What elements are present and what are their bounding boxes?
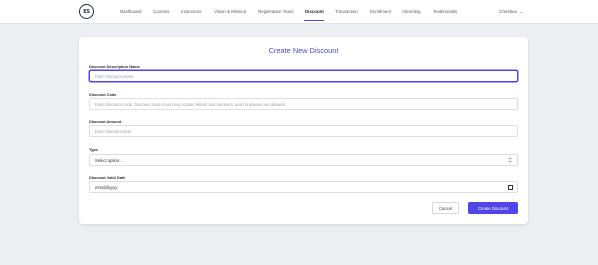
top-navigation-bar: ES Dashboard Courses Instructors Vision … [0, 0, 598, 24]
valid-date-input[interactable]: mm/dd/yyyy [89, 181, 518, 193]
type-selected-value: Select option... [95, 157, 123, 163]
discount-code-placeholder: Enter discount code. Discount code must … [95, 101, 287, 107]
nav-item-discount[interactable]: Discount [305, 9, 324, 14]
nav-item-courses[interactable]: Courses [153, 9, 169, 14]
nav-item-dashboard[interactable]: Dashboard [120, 9, 141, 14]
nav-item-testimonials[interactable]: Testimonials [433, 9, 457, 14]
discount-code-input[interactable]: Enter discount code. Discount code must … [89, 98, 518, 110]
discount-code-label: Discount Code [89, 92, 117, 97]
nav-item-enrollment[interactable]: Enrollment [370, 9, 391, 14]
type-label: Type [89, 147, 98, 152]
discount-name-placeholder: Enter discount name [95, 73, 134, 79]
discount-amount-label: Discount Amount [89, 119, 122, 124]
discount-name-input[interactable]: Enter discount name [89, 70, 518, 82]
user-name: Christian [499, 9, 518, 14]
chevron-down-icon: ⌄ [519, 9, 523, 14]
create-discount-button[interactable]: Create Discount [468, 202, 518, 214]
discount-amount-placeholder: Enter discount total [95, 128, 131, 134]
active-nav-indicator [304, 20, 324, 21]
valid-date-label: Discount Valid Date [89, 175, 126, 180]
valid-date-value: mm/dd/yyyy [95, 184, 118, 190]
nav-item-vision-mission[interactable]: Vision & Mission [214, 9, 246, 14]
brand-logo-text: ES [83, 8, 90, 15]
nav-item-transaction[interactable]: Transaction [335, 9, 358, 14]
discount-amount-input[interactable]: Enter discount total [89, 125, 518, 137]
user-menu[interactable]: Christian ⌄ [499, 9, 523, 14]
calendar-icon[interactable] [508, 185, 513, 190]
brand-logo[interactable]: ES [79, 4, 94, 19]
nav-item-registration-years[interactable]: Registration Years [258, 9, 294, 14]
create-discount-card: Create New Discount Discount Description… [79, 37, 528, 224]
cancel-button[interactable]: Cancel [432, 202, 459, 214]
form-title: Create New Discount [268, 46, 339, 55]
nav-item-instructors[interactable]: Instructors [181, 9, 202, 14]
nav-item-attending[interactable]: Attending [402, 9, 421, 14]
type-select[interactable]: Select option... [89, 154, 518, 166]
discount-name-label: Discount Description Name [89, 64, 140, 69]
select-updown-icon [508, 157, 512, 163]
